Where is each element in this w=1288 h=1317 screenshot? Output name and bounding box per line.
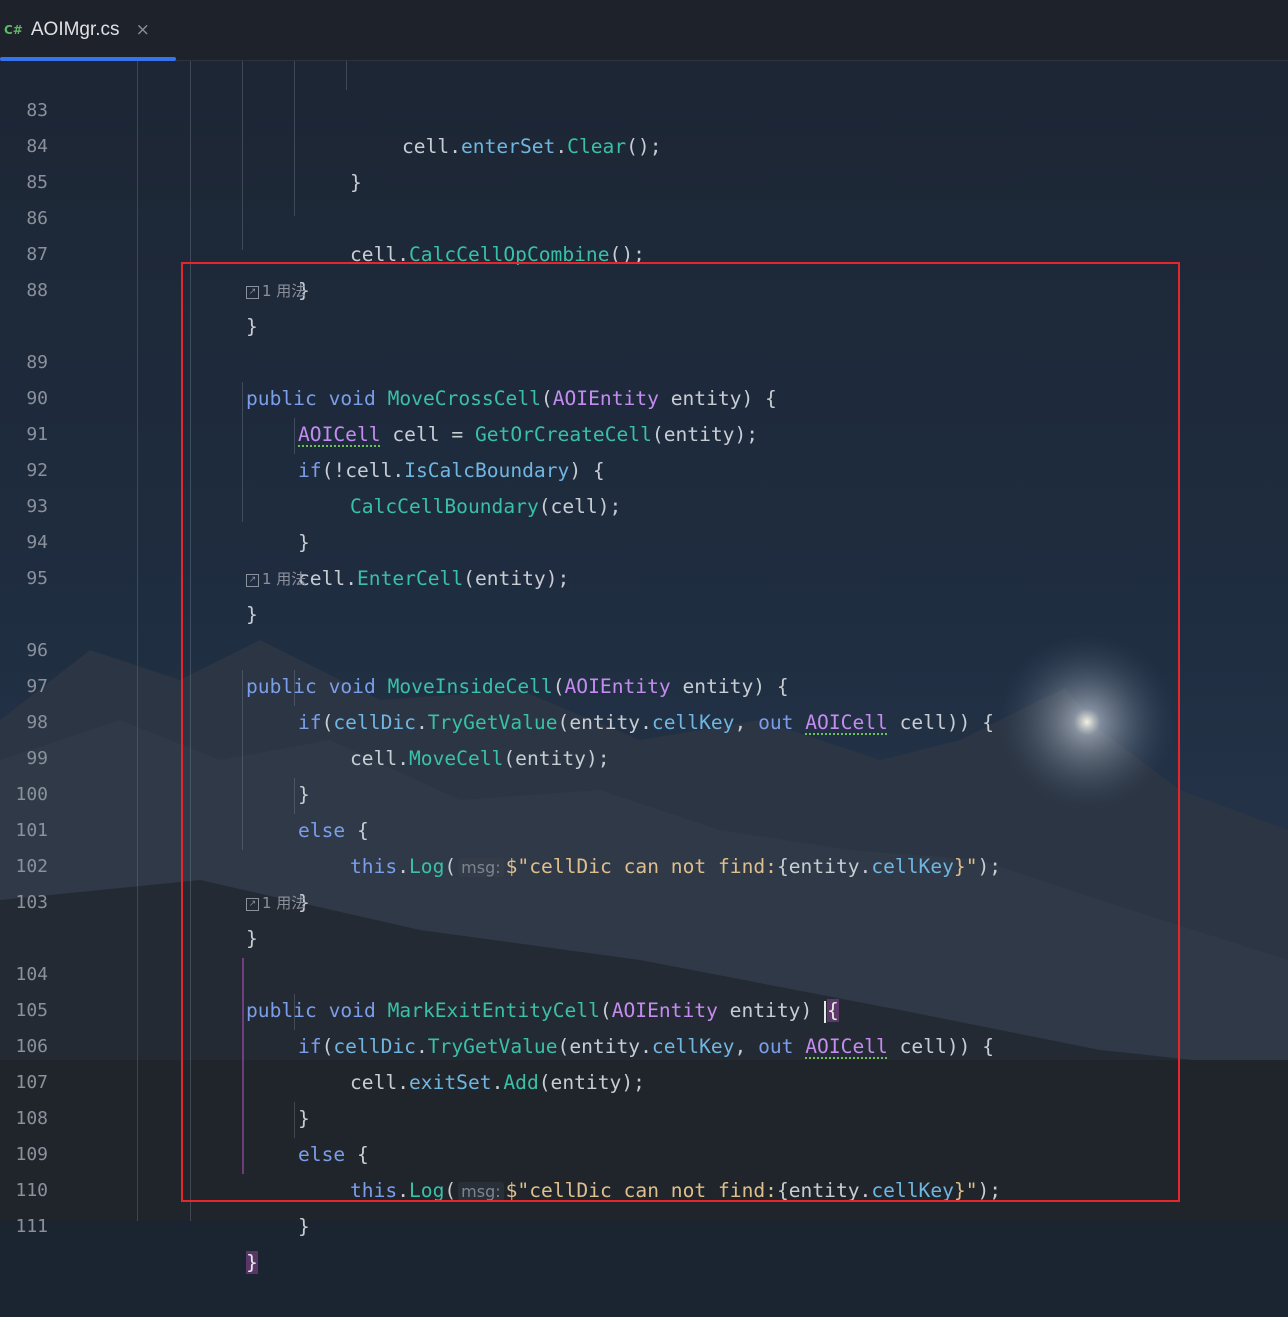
code-line[interactable]: 98 cell.MoveCell(entity);: [0, 669, 1288, 770]
code-line[interactable]: 95 }: [0, 525, 1288, 626]
code-line[interactable]: 89 public void MoveCrossCell(AOIEntity e…: [0, 309, 1288, 410]
tab-title[interactable]: AOIMgr.cs: [31, 19, 120, 41]
code-line[interactable]: 87 }: [0, 201, 1288, 302]
code-line[interactable]: 106 cell.exitSet.Add(entity);: [0, 993, 1288, 1094]
code-line[interactable]: 100 else {: [0, 741, 1288, 842]
code-line[interactable]: 92 CalcCellBoundary(cell);: [0, 417, 1288, 518]
code-line[interactable]: 83 cell.enterSet.Clear();: [0, 57, 1288, 158]
code-line[interactable]: 86 cell.CalcCellOpCombine();: [0, 165, 1288, 266]
line-number: 88: [26, 280, 48, 301]
code-line[interactable]: 103 }: [0, 849, 1288, 950]
code-line[interactable]: 111 }: [0, 1173, 1288, 1274]
code-line[interactable]: 105 if(cellDic.TryGetValue(entity.cellKe…: [0, 957, 1288, 1058]
usages-hint[interactable]: ↗ 1 用法: [246, 885, 306, 921]
usages-hint[interactable]: ↗ 1 用法: [246, 273, 306, 309]
code-line[interactable]: 110 }: [0, 1137, 1288, 1238]
code-line[interactable]: 101 this.Log(msg: $"cellDic can not find:…: [0, 777, 1288, 878]
usages-hint[interactable]: ↗ 1 用法: [246, 561, 306, 597]
code-line[interactable]: 88 }: [0, 237, 1288, 338]
close-icon[interactable]: ×: [136, 20, 150, 40]
code-line[interactable]: 84 }: [0, 93, 1288, 194]
code-line[interactable]: 109 this.Log(msg: $"cellDic can not find:…: [0, 1101, 1288, 1202]
code-line[interactable]: 93 }: [0, 453, 1288, 554]
code-line[interactable]: 85: [0, 129, 1288, 193]
jump-to-usages-icon: ↗: [246, 897, 259, 911]
line-number: 111: [15, 1216, 48, 1237]
jump-to-usages-icon: ↗: [246, 285, 259, 299]
code-editor[interactable]: 83 cell.enterSet.Clear(); 84 } 85 86 cel…: [0, 57, 1288, 1274]
editor-tab-bar: C# AOIMgr.cs ×: [0, 0, 1288, 61]
code-line[interactable]: 94 cell.EnterCell(entity);: [0, 489, 1288, 590]
code-line[interactable]: 104 public void MarkExitEntityCell(AOIEn…: [0, 921, 1288, 1023]
code-line[interactable]: 107 }: [0, 1029, 1288, 1130]
code-line[interactable]: 97 if(cellDic.TryGetValue(entity.cellKey…: [0, 633, 1288, 734]
active-tab-indicator: [0, 57, 176, 61]
jump-to-usages-icon: ↗: [246, 573, 259, 587]
code-line[interactable]: 108 else {: [0, 1065, 1288, 1166]
code-line[interactable]: 90 AOICell cell = GetOrCreateCell(entity…: [0, 345, 1288, 446]
line-number: 95: [26, 568, 48, 589]
code-line[interactable]: 91 if(!cell.IsCalcBoundary) {: [0, 381, 1288, 482]
file-tab[interactable]: C# AOIMgr.cs ×: [0, 0, 176, 61]
code-line[interactable]: 99 }: [0, 705, 1288, 806]
line-number: 103: [15, 892, 48, 913]
code-line[interactable]: 102 }: [0, 813, 1288, 914]
code-line[interactable]: 96 public void MoveInsideCell(AOIEntity …: [0, 597, 1288, 698]
csharp-icon: C#: [4, 23, 23, 37]
